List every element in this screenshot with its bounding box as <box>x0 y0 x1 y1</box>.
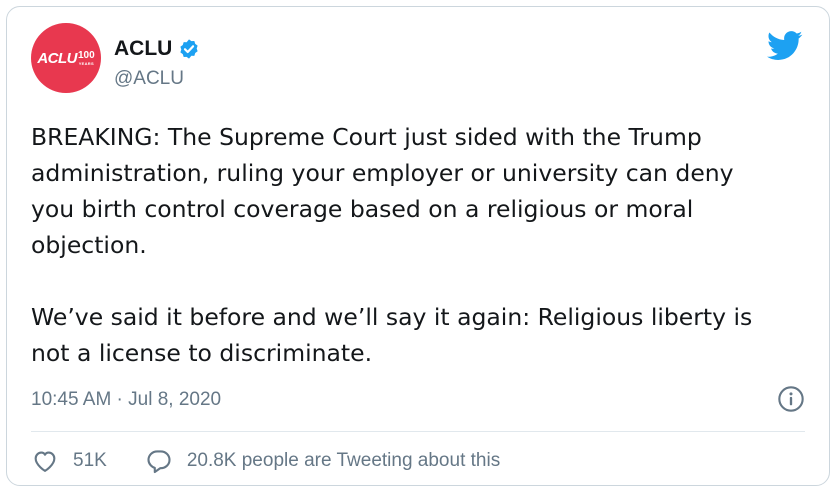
info-icon[interactable] <box>777 385 805 413</box>
display-name[interactable]: ACLU <box>114 37 172 61</box>
tweet-timestamp[interactable]: 10:45 AM · Jul 8, 2020 <box>31 389 221 411</box>
tweet-card[interactable]: ACLU 100 YEARS ACLU @ACLU BREAKING: The … <box>6 6 830 486</box>
like-count: 51K <box>73 450 107 471</box>
tweet-actions: 51K 20.8K people are Tweeting about this <box>31 447 500 475</box>
twitter-bird-icon[interactable] <box>767 31 803 61</box>
avatar-badge-number: 100 <box>77 49 95 61</box>
speech-bubble-icon <box>147 450 171 474</box>
divider <box>31 431 805 432</box>
avatar[interactable]: ACLU 100 YEARS <box>31 23 101 93</box>
like-button[interactable]: 51K <box>31 447 107 475</box>
verified-badge-icon <box>180 39 198 59</box>
avatar-logo-text: ACLU <box>37 49 77 67</box>
avatar-badge: 100 YEARS <box>77 49 95 66</box>
conversation-text: 20.8K people are Tweeting about this <box>186 450 501 471</box>
avatar-badge-caption: YEARS <box>78 60 94 66</box>
author-name[interactable]: ACLU <box>114 37 200 61</box>
tweet-text: BREAKING: The Supreme Court just sided w… <box>31 123 753 367</box>
conversation-link[interactable]: 20.8K people are Tweeting about this <box>145 447 500 475</box>
heart-icon <box>34 451 56 472</box>
author-handle[interactable]: @ACLU <box>114 68 184 90</box>
